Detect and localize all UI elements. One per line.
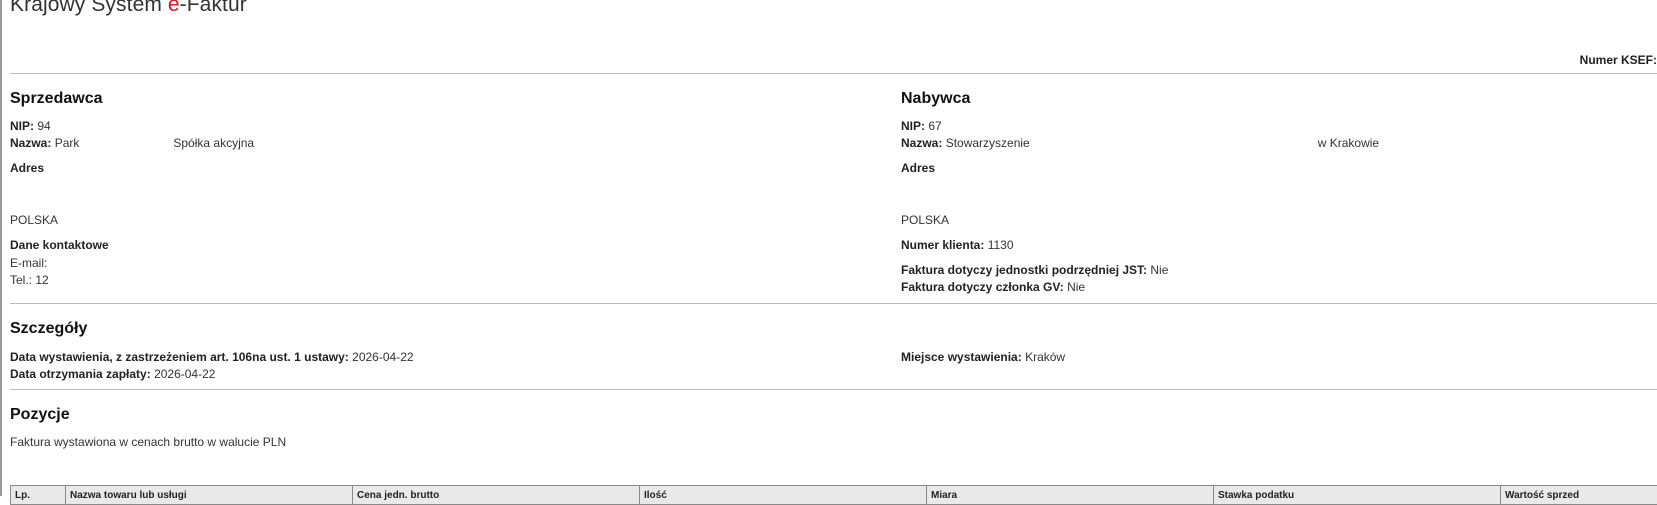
positions-note: Faktura wystawiona w cenach brutto w wal… — [10, 435, 286, 449]
divider — [10, 303, 1657, 304]
positions-heading: Pozycje — [10, 406, 70, 424]
column-header: Miara — [927, 486, 1214, 505]
seller-country: POLSKA — [10, 213, 58, 227]
buyer-client-number: Numer klienta: 1130 — [901, 238, 1014, 252]
payment-date: Data otrzymania zapłaty: 2026-04-22 — [10, 367, 215, 381]
seller-contact-heading: Dane kontaktowe — [10, 238, 109, 252]
title-accent: e — [168, 0, 180, 16]
column-header: Cena jedn. brutto — [353, 486, 640, 505]
table-header-row: Lp. Nazwa towaru lub usługi Cena jedn. b… — [11, 486, 1657, 505]
app-title: Krajowy System e-Faktur — [10, 0, 247, 17]
details-heading: Szczegóły — [10, 320, 87, 338]
issue-place: Miejsce wystawienia: Kraków — [901, 350, 1065, 364]
ksef-number-label: Numer KSEF: — [1580, 53, 1657, 67]
seller-heading: Sprzedawca — [10, 90, 102, 108]
seller-name: Nazwa: ParkSpółka akcyjna — [10, 136, 254, 150]
column-header: Wartość sprzed — [1501, 486, 1657, 505]
column-header: Lp. — [11, 486, 66, 505]
positions-table: Lp. Nazwa towaru lub usługi Cena jedn. b… — [10, 485, 1657, 505]
issue-date: Data wystawienia, z zastrzeżeniem art. 1… — [10, 350, 414, 364]
buyer-heading: Nabywca — [901, 90, 970, 108]
seller-nip: NIP: 94 — [10, 119, 51, 133]
buyer-name: Nazwa: Stowarzyszeniew Krakowie — [901, 136, 1379, 150]
buyer-gv: Faktura dotyczy członka GV: Nie — [901, 280, 1085, 294]
buyer-jst: Faktura dotyczy jednostki podrzędniej JS… — [901, 263, 1168, 277]
column-header: Ilość — [640, 486, 927, 505]
column-header: Stawka podatku — [1214, 486, 1501, 505]
seller-tel: Tel.: 12 — [10, 273, 49, 287]
seller-address-heading: Adres — [10, 161, 44, 175]
divider — [10, 73, 1657, 74]
buyer-nip: NIP: 67 — [901, 119, 942, 133]
divider — [10, 389, 1657, 390]
buyer-country: POLSKA — [901, 213, 949, 227]
column-header: Nazwa towaru lub usługi — [66, 486, 353, 505]
invoice-page: Krajowy System e-Faktur Numer KSEF: Sprz… — [0, 0, 1657, 496]
buyer-address-heading: Adres — [901, 161, 935, 175]
seller-email: E-mail: — [10, 256, 47, 270]
